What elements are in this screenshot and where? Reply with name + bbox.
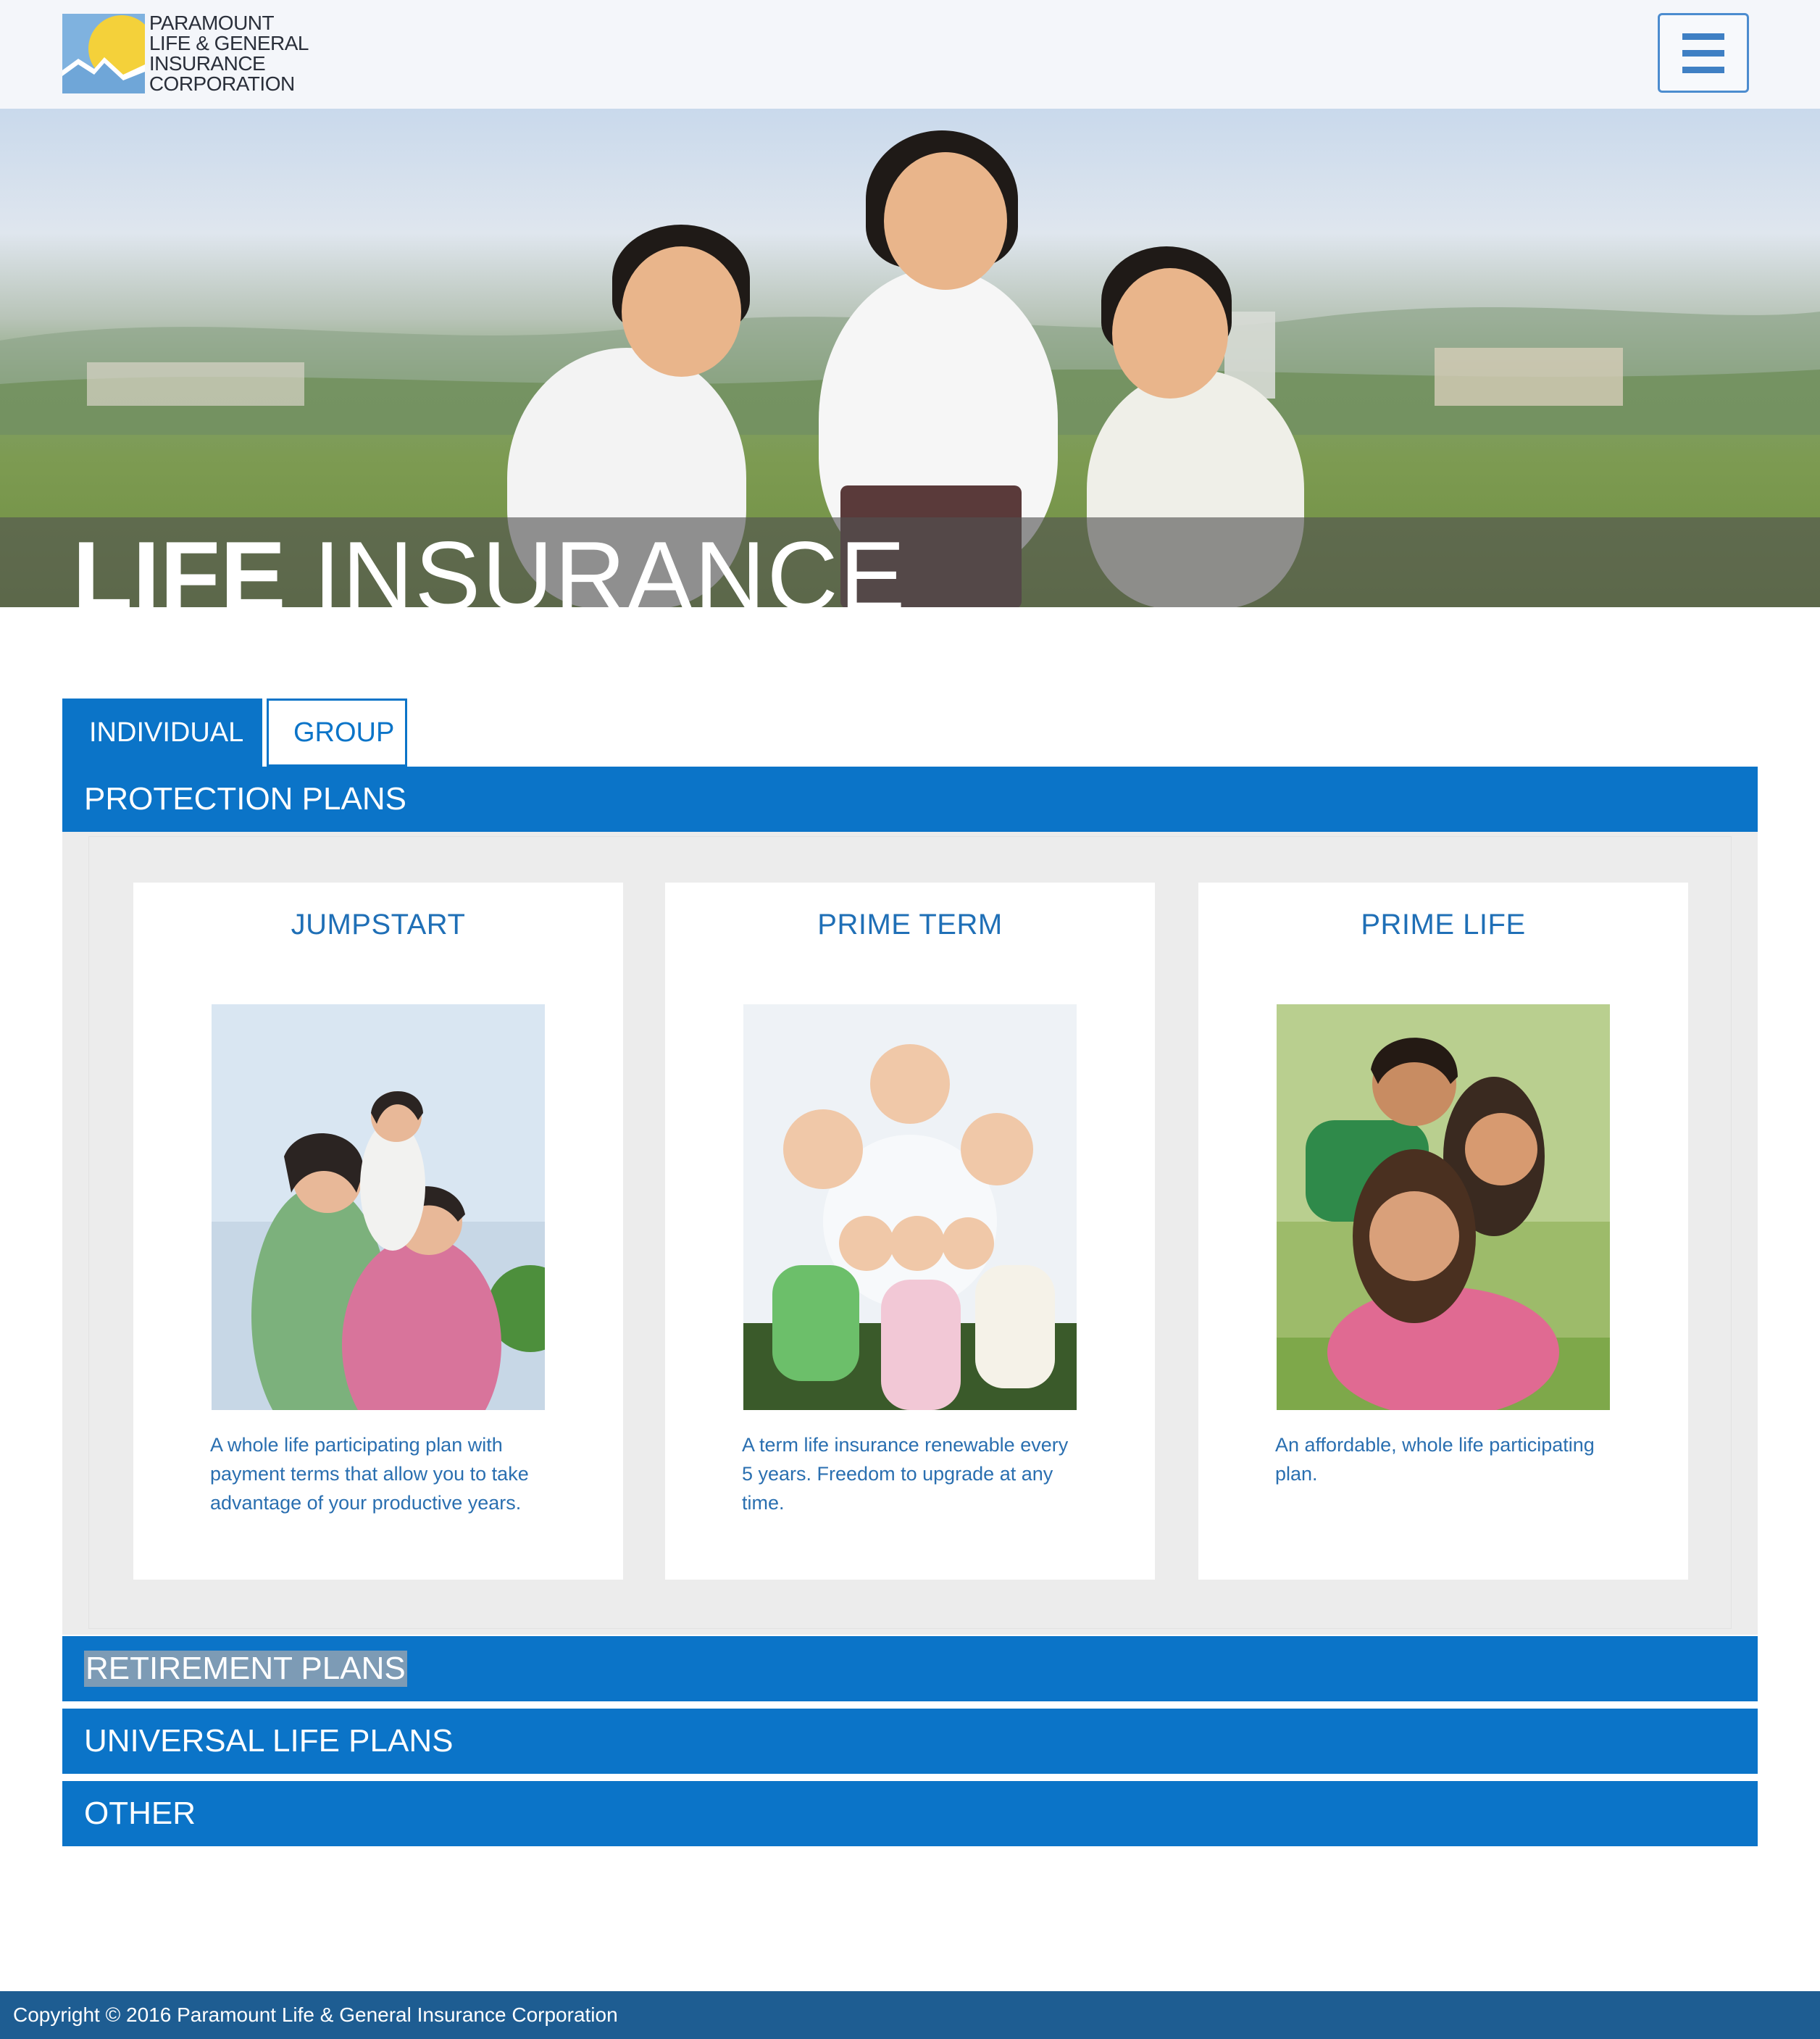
accordion-label: UNIVERSAL LIFE PLANS — [84, 1723, 454, 1759]
accordion-label: PROTECTION PLANS — [84, 781, 406, 817]
logo-line: LIFE & GENERAL — [149, 32, 309, 54]
plan-card-jumpstart[interactable]: JUMPSTART A whole life participating pla… — [133, 883, 623, 1580]
plan-card-description: An affordable, whole life participating … — [1275, 1434, 1595, 1485]
site-footer: Copyright © 2016 Paramount Life & Genera… — [0, 1991, 1820, 2039]
hero-banner: LIFE INSURANCE — [0, 109, 1820, 607]
logo-line: INSURANCE — [149, 52, 266, 75]
plan-card-title[interactable]: PRIME LIFE — [1198, 909, 1688, 941]
company-logo[interactable]: PARAMOUNT LIFE & GENERAL INSURANCE CORPO… — [62, 13, 309, 94]
plan-card-image — [212, 1004, 545, 1410]
accordion-protection-plans[interactable]: PROTECTION PLANS — [62, 767, 1758, 832]
plan-card-prime-life[interactable]: PRIME LIFE An affordable, whole life par… — [1198, 883, 1688, 1580]
logo-line: PARAMOUNT — [149, 12, 275, 34]
logo-text: PARAMOUNT LIFE & GENERAL INSURANCE CORPO… — [149, 13, 309, 94]
accordion-other[interactable]: OTHER — [62, 1781, 1758, 1846]
plan-card-image — [743, 1004, 1077, 1410]
accordion-universal-life-plans[interactable]: UNIVERSAL LIFE PLANS — [62, 1709, 1758, 1774]
plan-card-title[interactable]: PRIME TERM — [665, 909, 1155, 941]
plan-card-description: A whole life participating plan with pay… — [210, 1434, 529, 1514]
logo-line: CORPORATION — [149, 72, 295, 95]
plan-card-description: A term life insurance renewable every 5 … — [742, 1434, 1069, 1514]
hamburger-line — [1682, 49, 1724, 57]
page-title-light: INSURANCE — [313, 521, 907, 607]
page-title-bold: LIFE — [72, 521, 286, 607]
accordion-label: OTHER — [84, 1796, 196, 1831]
logo-mark-icon — [62, 14, 145, 93]
accordion-label: RETIREMENT PLANS — [84, 1651, 407, 1687]
plan-type-tabs: INDIVIDUAL GROUP — [62, 699, 407, 767]
hamburger-line — [1682, 66, 1724, 73]
hamburger-menu-button[interactable] — [1658, 13, 1749, 93]
tab-group[interactable]: GROUP — [267, 699, 407, 767]
copyright-text: Copyright © 2016 Paramount Life & Genera… — [13, 2003, 618, 2026]
accordion-retirement-plans[interactable]: RETIREMENT PLANS — [62, 1636, 1758, 1701]
plan-card-image — [1277, 1004, 1610, 1410]
page-title: LIFE INSURANCE — [72, 514, 906, 607]
tab-individual[interactable]: INDIVIDUAL — [62, 699, 262, 767]
hamburger-menu-icon — [1682, 33, 1724, 40]
plan-card-title[interactable]: JUMPSTART — [133, 909, 623, 941]
site-header: PARAMOUNT LIFE & GENERAL INSURANCE CORPO… — [0, 0, 1820, 109]
plan-card-prime-term[interactable]: PRIME TERM A term life insurance renewab… — [665, 883, 1155, 1580]
